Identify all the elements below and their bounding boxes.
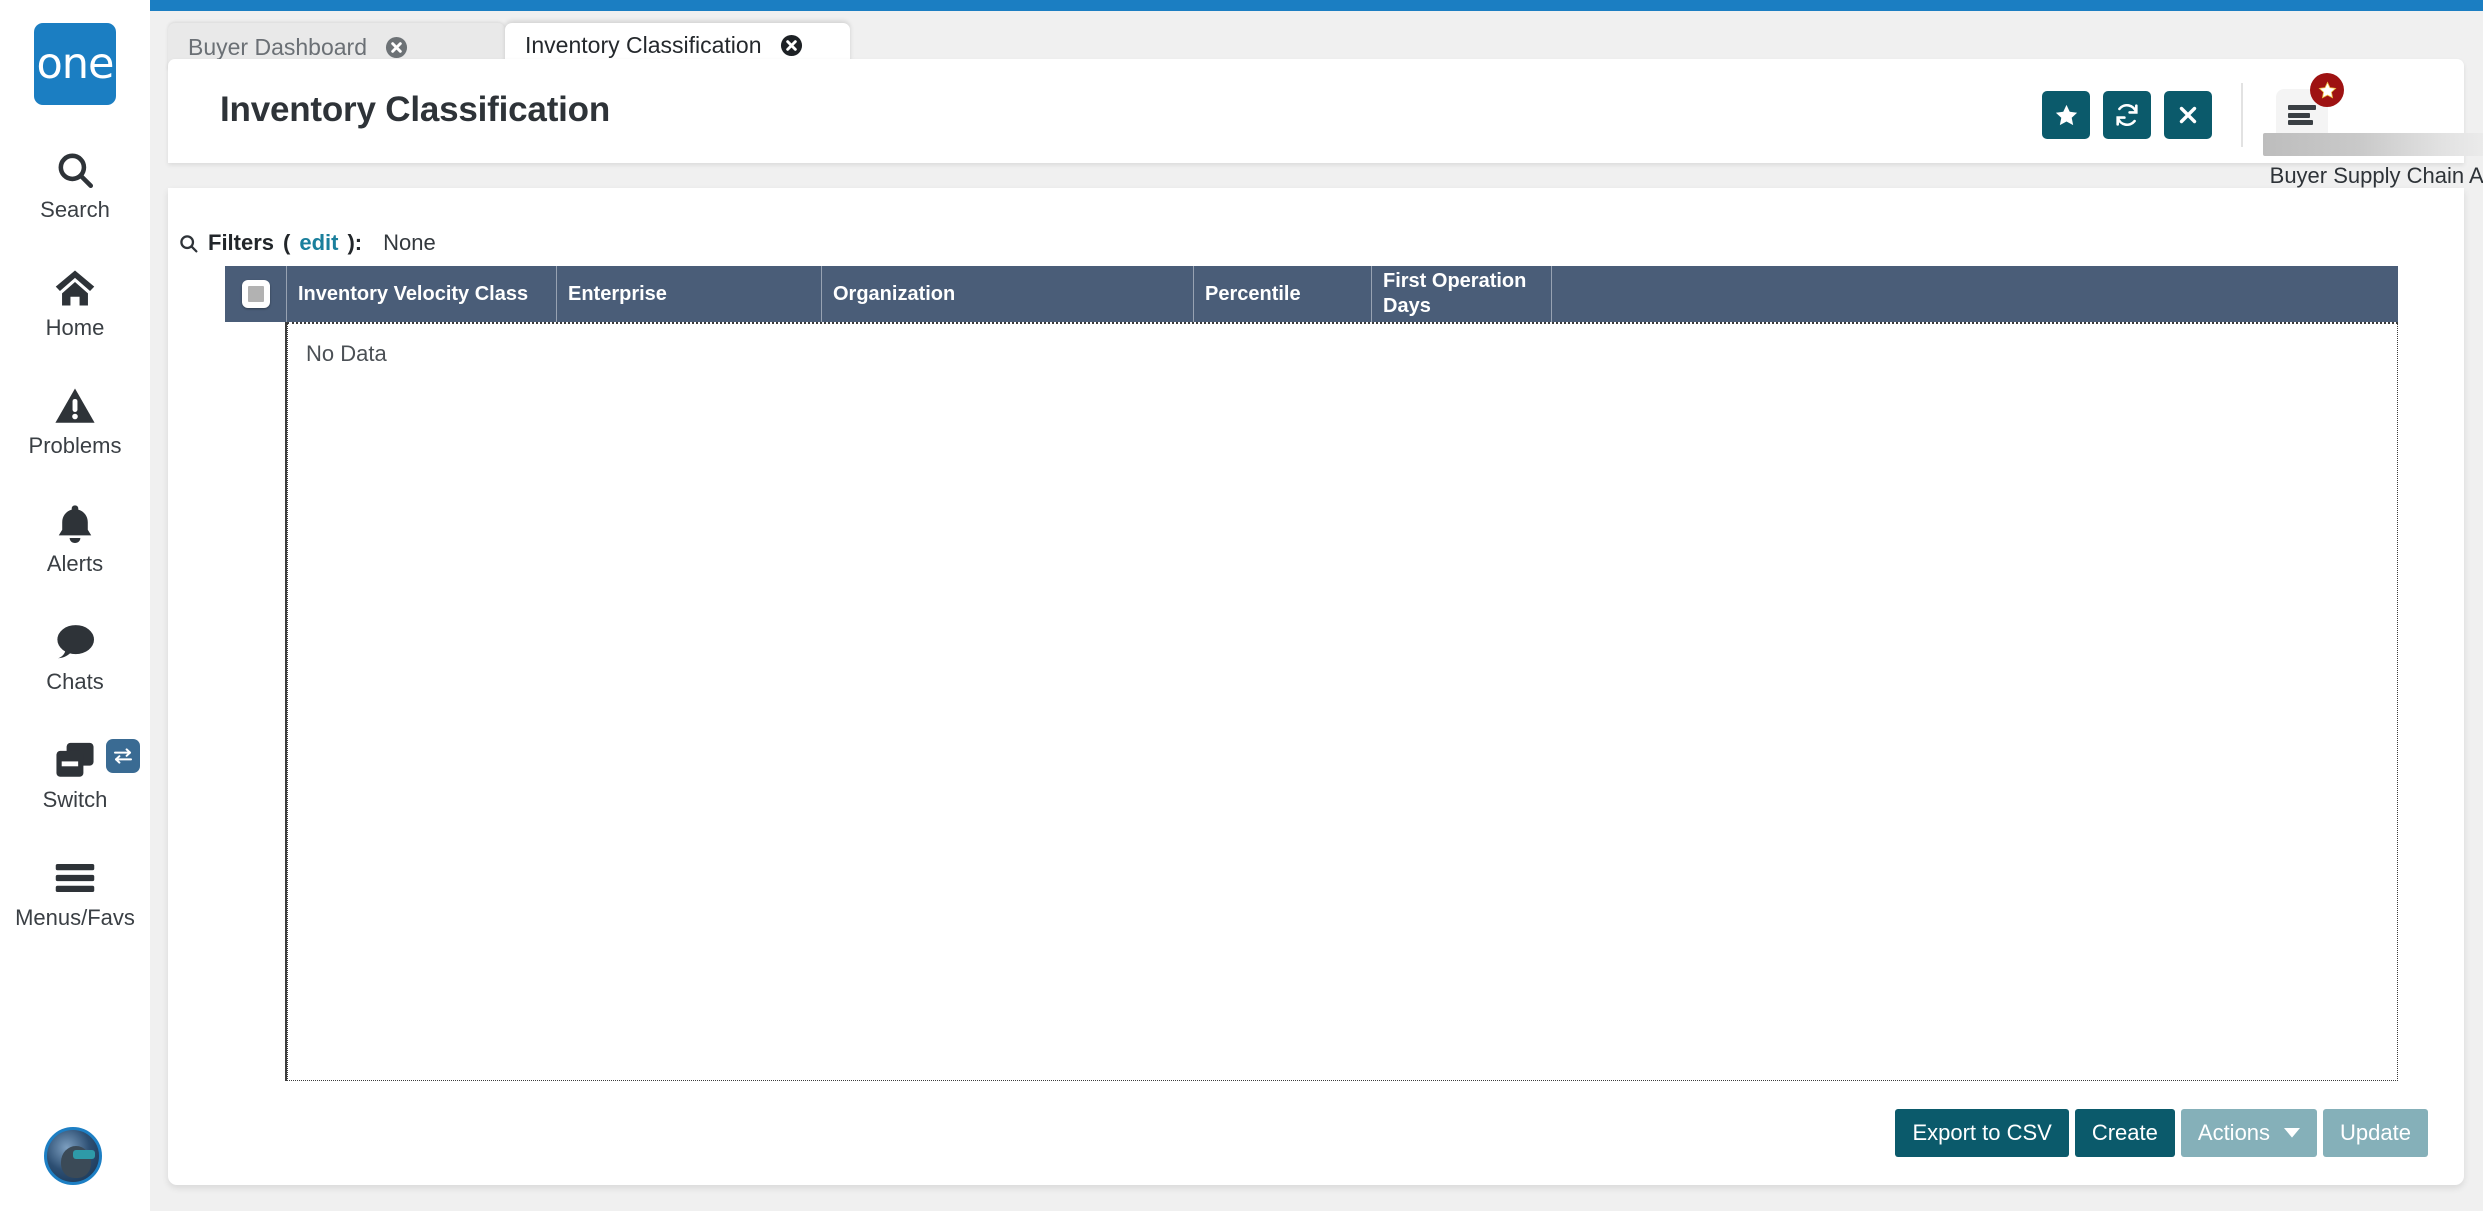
sidebar-item-alerts[interactable]: Alerts	[0, 501, 150, 577]
tab-label: Inventory Classification	[525, 31, 762, 58]
swap-arrows-icon[interactable]	[106, 739, 140, 773]
sidebar-item-switch[interactable]: Switch	[0, 737, 150, 813]
warning-triangle-icon	[54, 383, 96, 429]
main-region: Buyer Dashboard Inventory Classification	[150, 0, 2483, 1211]
checkbox-indeterminate-mark	[247, 286, 264, 302]
filters-bar: Filters ( edit ): None	[178, 230, 436, 256]
select-all-checkbox[interactable]	[241, 280, 270, 308]
sidebar-item-label: Search	[40, 197, 110, 222]
menu-star-badge	[2310, 73, 2344, 107]
button-label: Update	[2340, 1120, 2411, 1145]
sidebar-item-label: Alerts	[46, 551, 104, 576]
button-label: Actions	[2197, 1120, 2271, 1145]
column-header-organization[interactable]: Organization	[822, 266, 1194, 322]
star-icon	[2318, 80, 2337, 100]
column-header-label: Inventory Velocity Class	[298, 282, 529, 305]
column-header-label: Enterprise	[568, 282, 667, 305]
hamburger-line	[2288, 112, 2310, 118]
page-title: Inventory Classification	[220, 90, 611, 129]
column-header-filler	[1552, 266, 2398, 322]
actions-button[interactable]: Actions	[2180, 1109, 2318, 1157]
column-header-percentile[interactable]: Percentile	[1194, 266, 1372, 322]
sidebar-item-label: Switch	[42, 787, 108, 812]
filters-edit-link[interactable]: edit	[299, 230, 338, 256]
redacted-user-name	[2263, 133, 2483, 156]
filters-open-paren: (	[283, 230, 291, 255]
header-divider	[2241, 83, 2243, 147]
column-header-inventory-velocity-class[interactable]: Inventory Velocity Class	[287, 266, 557, 322]
bell-icon	[56, 501, 94, 547]
select-all-checkbox-cell[interactable]	[225, 266, 287, 322]
export-to-csv-button[interactable]: Export to CSV	[1895, 1109, 2069, 1157]
top-accent-bar	[150, 0, 2483, 11]
hamburger-icon	[54, 855, 96, 901]
close-circle-icon[interactable]	[385, 36, 408, 59]
filters-label: Filters	[208, 230, 275, 255]
chat-bubble-icon	[54, 619, 96, 665]
footer-button-bar: Export to CSV Create Actions Update	[1895, 1109, 2428, 1157]
sidebar-item-label: Home	[45, 315, 105, 340]
button-label: Export to CSV	[1912, 1120, 2052, 1145]
user-role-label: Buyer Supply Chain Admin	[2269, 163, 2483, 188]
close-circle-icon[interactable]	[780, 34, 803, 57]
one-logo[interactable]: one	[34, 23, 116, 105]
grid-body: No Data	[225, 322, 2398, 1081]
page-header-card: Inventory Classification Buyer Supply Ch…	[168, 59, 2483, 220]
create-button[interactable]: Create	[2074, 1109, 2175, 1157]
search-icon	[54, 147, 96, 193]
grid-empty-area: No Data	[287, 322, 2398, 1081]
grid-header-row: Inventory Velocity Class Enterprise Orga…	[225, 266, 2398, 322]
sidebar-item-menus-favs[interactable]: Menus/Favs	[0, 855, 150, 931]
search-icon	[178, 233, 199, 254]
avatar-visor-shape	[73, 1150, 95, 1159]
x-icon	[2176, 103, 2200, 127]
tab-label: Buyer Dashboard	[188, 33, 367, 60]
update-button[interactable]: Update	[2323, 1109, 2428, 1157]
sidebar-item-chats[interactable]: Chats	[0, 619, 150, 695]
avatar[interactable]	[44, 1127, 102, 1185]
column-header-label: First Operation Days	[1383, 270, 1527, 317]
column-header-label: Percentile	[1205, 282, 1301, 305]
favorite-button[interactable]	[2042, 91, 2090, 139]
column-header-enterprise[interactable]: Enterprise	[557, 266, 822, 322]
application-root: one Search Home Problems Alerts Chats Sw…	[0, 0, 2483, 1211]
sidebar-item-label: Problems	[28, 433, 122, 458]
data-grid: Inventory Velocity Class Enterprise Orga…	[225, 266, 2398, 1081]
hamburger-line	[2288, 105, 2316, 110]
left-navigation-sidebar: one Search Home Problems Alerts Chats Sw…	[0, 0, 150, 1211]
refresh-icon	[2114, 102, 2140, 128]
content-card: Filters ( edit ): None Inventory Velocit…	[168, 188, 2464, 1185]
column-header-first-operation-days[interactable]: First Operation Days	[1372, 266, 1552, 322]
close-button[interactable]	[2164, 91, 2212, 139]
sidebar-item-label: Chats	[46, 669, 104, 694]
grid-empty-message: No Data	[306, 341, 387, 366]
sidebar-item-search[interactable]: Search	[0, 147, 150, 223]
button-label: Create	[2091, 1120, 2158, 1145]
hamburger-line	[2288, 120, 2313, 125]
star-icon	[2054, 103, 2079, 128]
refresh-button[interactable]	[2103, 91, 2151, 139]
chevron-down-icon	[2284, 1128, 2301, 1138]
sidebar-item-label: Menus/Favs	[15, 905, 135, 930]
logo-text: one	[36, 39, 114, 89]
sidebar-item-problems[interactable]: Problems	[0, 383, 150, 459]
filters-close-paren: ):	[347, 230, 363, 255]
sidebar-item-home[interactable]: Home	[0, 265, 150, 341]
column-header-label: Organization	[833, 282, 956, 305]
windows-stack-icon	[54, 737, 96, 783]
filters-value: None	[383, 230, 436, 255]
home-icon	[54, 265, 96, 311]
